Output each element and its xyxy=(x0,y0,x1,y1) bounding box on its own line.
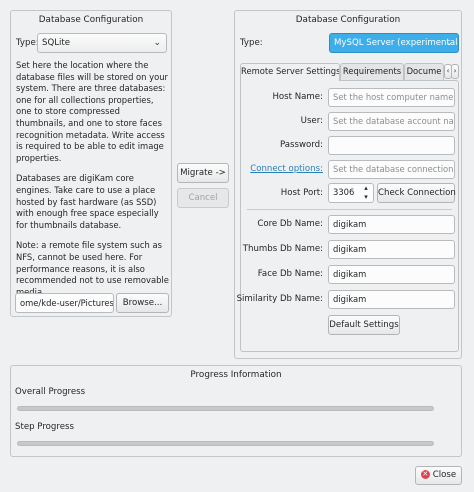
source-database-group: Database Configuration Type: SQLite ⌄ Se… xyxy=(10,10,172,317)
host-name-input[interactable]: Set the host computer name xyxy=(328,88,455,107)
remote-server-settings-pane: Host Name: Set the host computer name Us… xyxy=(236,80,459,352)
password-label: Password: xyxy=(279,140,323,150)
host-port-label: Host Port: xyxy=(280,188,323,198)
target-type-label: Type: xyxy=(240,38,263,48)
separator xyxy=(247,209,452,210)
connect-options-link[interactable]: Connect options: xyxy=(250,164,323,174)
similarity-db-name-input[interactable]: digikam xyxy=(328,290,455,309)
thumbs-db-name-label: Thumbs Db Name: xyxy=(242,244,323,254)
close-icon: ✕ xyxy=(420,470,430,479)
spin-arrows-icon[interactable]: ▴ ▾ xyxy=(359,184,373,203)
description-paragraph: Note: a remote file system such as NFS, … xyxy=(16,240,169,297)
source-type-value: SQLite xyxy=(42,38,71,48)
description-paragraph: Databases are digiKam core engines. Take… xyxy=(16,173,159,230)
host-port-value: 3306 xyxy=(333,187,355,197)
check-connection-button[interactable]: Check Connection xyxy=(377,183,456,203)
close-button[interactable]: ✕ Close xyxy=(415,466,462,485)
cancel-migration-button[interactable]: Cancel xyxy=(177,188,229,208)
tab-documentation[interactable]: Docume xyxy=(404,63,444,80)
database-path-input[interactable]: ome/kde-user/Pictures/ xyxy=(15,293,114,313)
target-type-select[interactable]: MySQL Server (experimental) ⌄ xyxy=(329,33,459,53)
browse-button[interactable]: Browse... xyxy=(116,293,169,313)
tab-scroll-right-button[interactable]: › xyxy=(451,64,459,79)
connect-options-input[interactable]: Set the database connection... xyxy=(328,160,455,179)
target-group-title: Database Configuration xyxy=(295,15,401,25)
source-type-select[interactable]: SQLite ⌄ xyxy=(37,33,167,53)
step-progress-bar xyxy=(17,441,434,446)
thumbs-db-name-input[interactable]: digikam xyxy=(328,240,455,259)
progress-information-group: Progress Information Overall Progress St… xyxy=(10,365,462,457)
migrate-button[interactable]: Migrate -> xyxy=(177,163,229,183)
close-label: Close xyxy=(432,470,457,480)
face-db-name-input[interactable]: digikam xyxy=(328,265,455,284)
core-db-name-input[interactable]: digikam xyxy=(328,215,455,234)
source-type-label: Type: xyxy=(16,38,39,48)
chevron-down-icon: ⌄ xyxy=(445,38,453,48)
step-progress-label: Step Progress xyxy=(15,422,74,432)
source-description: Set here the location where the database… xyxy=(16,60,170,307)
target-type-value: MySQL Server (experimental) xyxy=(334,38,459,48)
overall-progress-label: Overall Progress xyxy=(15,387,86,397)
source-group-title: Database Configuration xyxy=(38,15,144,25)
face-db-name-label: Face Db Name: xyxy=(257,269,323,279)
progress-group-title: Progress Information xyxy=(190,370,282,380)
chevron-down-icon: ⌄ xyxy=(153,38,161,48)
tab-requirements[interactable]: Requirements xyxy=(340,63,404,80)
default-settings-button[interactable]: Default Settings xyxy=(328,315,400,335)
tab-remote-server-settings[interactable]: Remote Server Settings xyxy=(240,63,340,81)
user-input[interactable]: Set the database account name xyxy=(328,112,455,131)
host-name-label: Host Name: xyxy=(272,92,323,102)
target-database-group: Database Configuration Type: MySQL Serve… xyxy=(234,10,462,359)
password-input[interactable] xyxy=(328,136,455,155)
description-paragraph: Set here the location where the database… xyxy=(16,60,168,163)
similarity-db-name-label: Similarity Db Name: xyxy=(236,294,323,304)
core-db-name-label: Core Db Name: xyxy=(257,219,323,229)
user-label: User: xyxy=(300,116,323,126)
overall-progress-bar xyxy=(17,406,434,411)
